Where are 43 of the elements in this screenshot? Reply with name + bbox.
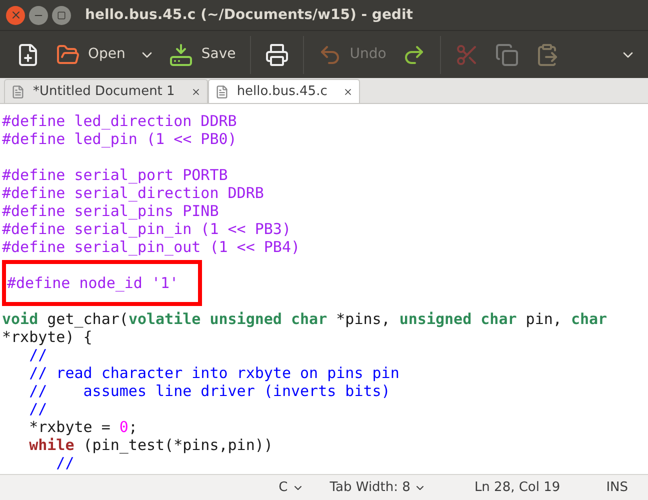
document-tab[interactable]: *Untitled Document 1 — [4, 79, 208, 103]
code-line: #define led_direction DDRB — [2, 112, 237, 130]
document-icon — [11, 84, 25, 100]
paste-icon — [535, 42, 560, 66]
code-line: #define serial_pin_out (1 << PB4) — [2, 238, 300, 256]
code-line: void get_char(volatile unsigned char *pins, unsigned char pin, char — [2, 310, 608, 328]
code-line: // — [28, 400, 48, 418]
code-line: // assumes line driver (inverts bits) — [28, 382, 390, 400]
language-dropdown[interactable]: C — [278, 478, 304, 498]
folder-icon — [56, 42, 80, 66]
minimize-button[interactable] — [29, 6, 48, 24]
code-line: #define serial_pin_in (1 << PB3) — [2, 220, 291, 238]
code-line: // — [28, 346, 48, 364]
code-line: // read character into rxbyte on pins pin — [28, 364, 400, 382]
close-icon — [10, 9, 22, 21]
open-button[interactable]: Open — [48, 36, 134, 74]
code-line: *rxbyte = 0; — [28, 418, 138, 436]
code-line: #define serial_direction DDRB — [2, 184, 264, 202]
code-line: // — [55, 454, 74, 472]
printer-icon — [264, 42, 289, 66]
code-line: #define serial_pins PINB — [2, 202, 219, 220]
code-line: #define led_pin (1 << PB0) — [2, 130, 237, 148]
insert-mode: INS — [606, 478, 628, 497]
tab-label: hello.bus.45.c — [236, 82, 328, 101]
maximize-icon — [57, 10, 66, 20]
close-button[interactable] — [6, 6, 25, 24]
code-line: while (pin_test(*pins,pin)) — [28, 436, 273, 454]
close-tab-icon[interactable] — [190, 86, 201, 96]
window-title: hello.bus.45.c (~/Documents/w15) - gedit — [85, 6, 413, 24]
maximize-button[interactable] — [52, 6, 71, 24]
document-icon — [214, 84, 229, 100]
copy-icon — [495, 42, 520, 66]
close-tab-icon[interactable] — [343, 86, 354, 96]
code-line: #define serial_port PORTB — [2, 166, 228, 184]
document-tab[interactable]: hello.bus.45.c — [208, 79, 360, 103]
tab-width-dropdown[interactable]: Tab Width: 8 — [330, 478, 426, 498]
tab-label: *Untitled Document 1 — [33, 82, 175, 101]
new-document-icon — [16, 42, 40, 66]
cursor-position: Ln 28, Col 19 — [474, 478, 560, 497]
code-line: *rxbyte) { — [2, 328, 92, 346]
save-icon — [169, 42, 194, 66]
save-button[interactable]: Save — [161, 36, 244, 74]
code-line: #define node_id '1' — [7, 274, 179, 292]
